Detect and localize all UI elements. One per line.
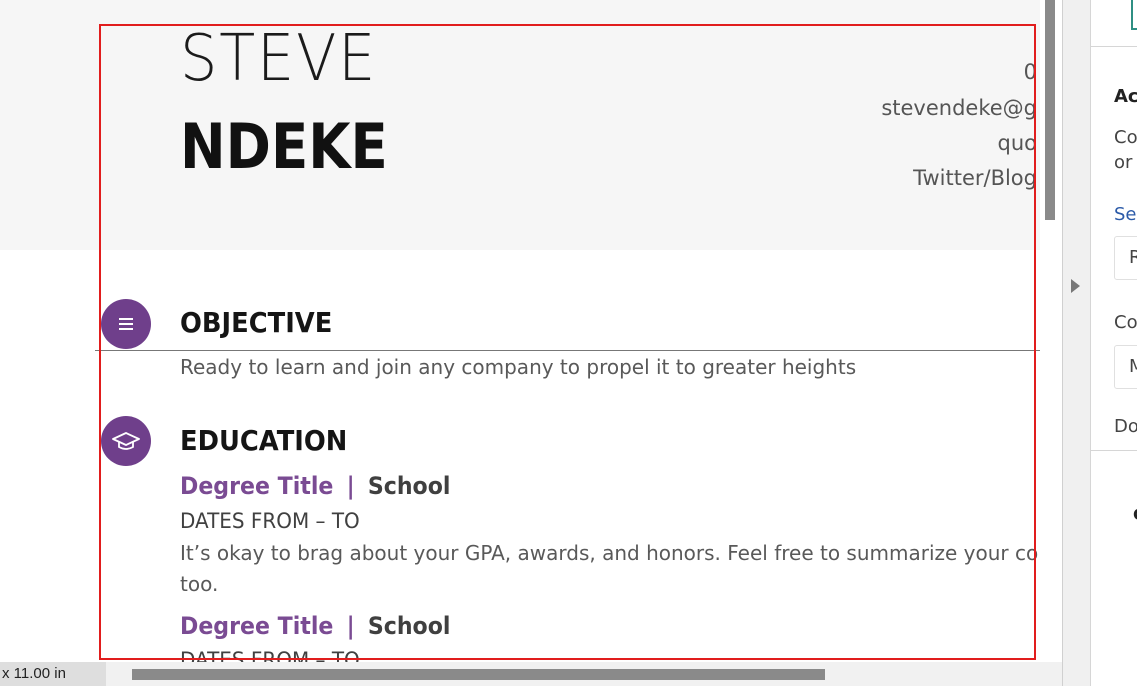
objective-text[interactable]: Ready to learn and join any company to p…: [180, 355, 856, 379]
app-window: STEVE NDEKE 0 stevendeke@g quo Twitter/B…: [0, 0, 1137, 686]
panel-heading: Ac: [1114, 86, 1137, 107]
education-description-line1[interactable]: It’s okay to brag about your GPA, awards…: [180, 541, 1038, 565]
degree-title: Degree Title: [180, 612, 334, 640]
document-canvas[interactable]: STEVE NDEKE 0 stevendeke@g quo Twitter/B…: [0, 0, 1045, 662]
page-size-indicator: x 11.00 in: [0, 662, 106, 686]
vertical-scrollbar[interactable]: [1040, 0, 1062, 662]
vertical-scroll-thumb[interactable]: [1045, 0, 1055, 220]
contact-email[interactable]: stevendeke@g: [737, 96, 1037, 120]
objective-heading[interactable]: OBJECTIVE: [180, 306, 332, 339]
first-name[interactable]: STEVE: [180, 22, 377, 96]
panel-toggle-button[interactable]: [1131, 0, 1137, 30]
last-name[interactable]: NDEKE: [180, 110, 388, 183]
panel-field-label: Co: [1114, 312, 1137, 333]
contact-address[interactable]: quo: [737, 131, 1038, 155]
panel-bottom-glyph[interactable]: C: [1133, 505, 1137, 524]
education-description-line2[interactable]: too.: [180, 572, 218, 596]
title-separator: |: [346, 472, 355, 500]
panel-splitter[interactable]: [1062, 0, 1090, 686]
section-divider: [95, 350, 1045, 351]
graduation-cap-icon: [101, 416, 151, 466]
expand-arrow-icon[interactable]: [1071, 279, 1080, 293]
resume-header: [0, 0, 1045, 250]
school-name: School: [367, 472, 451, 500]
contact-social[interactable]: Twitter/Blog: [737, 166, 1037, 190]
education-heading[interactable]: EDUCATION: [180, 424, 347, 457]
panel-description-line1: Co: [1114, 127, 1137, 148]
panel-dropdown-1[interactable]: R: [1114, 236, 1137, 280]
education-entry-title[interactable]: Degree Title | School: [180, 612, 450, 640]
title-separator: |: [346, 612, 355, 640]
education-entry-title[interactable]: Degree Title | School: [180, 472, 450, 500]
education-dates[interactable]: DATES FROM – TO: [180, 648, 360, 662]
contact-phone[interactable]: 0: [737, 60, 1037, 84]
horizontal-scroll-thumb[interactable]: [132, 669, 825, 680]
education-dates[interactable]: DATES FROM – TO: [180, 509, 360, 533]
panel-footer-text: Do: [1114, 416, 1137, 437]
degree-title: Degree Title: [180, 472, 334, 500]
panel-dropdown-2[interactable]: M: [1114, 345, 1137, 389]
panel-select-link[interactable]: Sel: [1114, 204, 1137, 225]
panel-divider: [1091, 46, 1137, 47]
panel-description-line2: or: [1114, 152, 1133, 173]
side-panel: Ac Co or Sel R Co M Do C: [1090, 0, 1137, 686]
school-name: School: [367, 612, 451, 640]
list-icon: [101, 299, 151, 349]
panel-divider: [1091, 450, 1137, 451]
